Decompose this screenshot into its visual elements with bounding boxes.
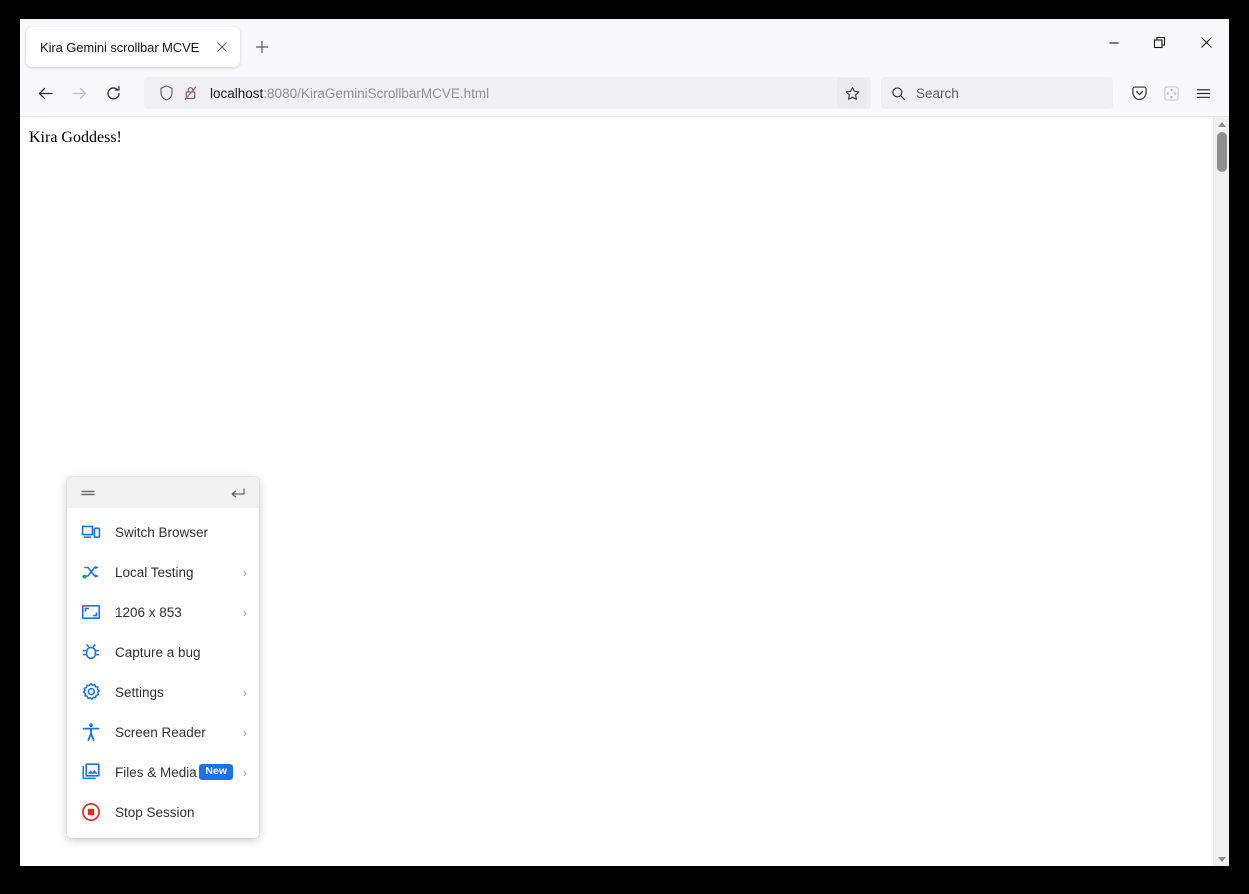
url-host: localhost bbox=[210, 85, 264, 101]
shield-icon[interactable] bbox=[154, 81, 178, 105]
panel-menu: Switch Browser Local Testing › 1206 x 85… bbox=[67, 508, 259, 838]
page-content: Kira Goddess! Switch Browser Local Testi… bbox=[20, 117, 1229, 866]
minimize-button[interactable] bbox=[1091, 19, 1137, 66]
menu-item-chevron: › bbox=[242, 564, 247, 580]
window-controls bbox=[1091, 19, 1229, 66]
menu-item-chevron: › bbox=[242, 724, 247, 740]
accessibility-icon bbox=[80, 721, 102, 743]
local-testing-icon bbox=[80, 561, 102, 583]
menu-item-local-testing[interactable]: Local Testing › bbox=[67, 552, 259, 592]
url-text: localhost:8080/KiraGeminiScrollbarMCVE.h… bbox=[202, 86, 837, 101]
search-icon bbox=[891, 86, 906, 101]
new-tab-button[interactable] bbox=[248, 33, 276, 61]
drag-handle-icon[interactable] bbox=[77, 483, 99, 503]
menu-item-resolution[interactable]: 1206 x 853 › bbox=[67, 592, 259, 632]
forward-button bbox=[62, 77, 96, 109]
tab-title: Kira Gemini scrollbar MCVE bbox=[40, 39, 200, 55]
menu-item-label: Files & Media bbox=[115, 764, 197, 780]
screenshot-root: Kira Gemini scrollbar MCVE localhost:808… bbox=[0, 0, 1249, 894]
menu-item-chevron: › bbox=[242, 764, 247, 780]
hamburger-menu-icon[interactable] bbox=[1187, 77, 1219, 109]
toolbar-icons bbox=[1123, 77, 1219, 109]
menu-item-label: 1206 x 853 bbox=[115, 604, 182, 620]
scrollbar-up-arrow-icon[interactable] bbox=[1214, 117, 1229, 131]
reload-button[interactable] bbox=[96, 77, 130, 109]
browser-window: Kira Gemini scrollbar MCVE localhost:808… bbox=[20, 19, 1229, 866]
page-heading: Kira Goddess! bbox=[29, 129, 122, 146]
menu-item-capture-a-bug[interactable]: Capture a bug bbox=[67, 632, 259, 672]
restore-button[interactable] bbox=[1137, 19, 1183, 66]
menu-item-chevron: › bbox=[242, 604, 247, 620]
menu-item-label: Settings bbox=[115, 684, 164, 700]
scrollbar-thumb[interactable] bbox=[1217, 132, 1227, 172]
new-badge: New bbox=[199, 764, 233, 780]
url-bar[interactable]: localhost:8080/KiraGeminiScrollbarMCVE.h… bbox=[144, 77, 871, 109]
menu-item-screen-reader[interactable]: Screen Reader › bbox=[67, 712, 259, 752]
close-button[interactable] bbox=[1183, 19, 1229, 66]
switch-browser-icon bbox=[80, 521, 102, 543]
extensions-icon[interactable] bbox=[1155, 77, 1187, 109]
menu-item-label: Screen Reader bbox=[115, 724, 206, 740]
collapse-panel-icon[interactable] bbox=[227, 483, 249, 503]
lock-crossed-icon[interactable] bbox=[178, 81, 202, 105]
menu-item-files-media[interactable]: Files & Media New › bbox=[67, 752, 259, 792]
panel-header[interactable] bbox=[67, 477, 259, 508]
scrollbar-down-arrow-icon[interactable] bbox=[1214, 852, 1229, 866]
menu-item-switch-browser[interactable]: Switch Browser bbox=[67, 512, 259, 552]
pocket-icon[interactable] bbox=[1123, 77, 1155, 109]
tab-close-icon[interactable] bbox=[210, 35, 234, 59]
bookmark-star-icon[interactable] bbox=[837, 78, 867, 108]
vertical-scrollbar[interactable] bbox=[1213, 117, 1229, 866]
stop-session-icon bbox=[80, 801, 102, 823]
files-media-icon bbox=[80, 761, 102, 783]
browser-tab[interactable]: Kira Gemini scrollbar MCVE bbox=[26, 27, 240, 67]
navigation-toolbar: localhost:8080/KiraGeminiScrollbarMCVE.h… bbox=[20, 70, 1229, 117]
gear-icon bbox=[80, 681, 102, 703]
browserstack-panel: Switch Browser Local Testing › 1206 x 85… bbox=[67, 477, 259, 838]
menu-item-label: Capture a bug bbox=[115, 644, 201, 660]
menu-item-label: Local Testing bbox=[115, 564, 194, 580]
search-input[interactable]: Search bbox=[906, 86, 959, 101]
resolution-icon bbox=[80, 601, 102, 623]
url-path: :8080/KiraGeminiScrollbarMCVE.html bbox=[263, 85, 490, 101]
back-button[interactable] bbox=[28, 77, 62, 109]
tab-strip: Kira Gemini scrollbar MCVE bbox=[20, 19, 1229, 70]
search-bar[interactable]: Search bbox=[881, 77, 1113, 109]
bug-icon bbox=[80, 641, 102, 663]
menu-item-chevron: › bbox=[242, 684, 247, 700]
menu-item-label: Switch Browser bbox=[115, 524, 209, 540]
menu-item-settings[interactable]: Settings › bbox=[67, 672, 259, 712]
menu-item-stop-session[interactable]: Stop Session bbox=[67, 792, 259, 832]
menu-item-label: Stop Session bbox=[115, 804, 195, 820]
